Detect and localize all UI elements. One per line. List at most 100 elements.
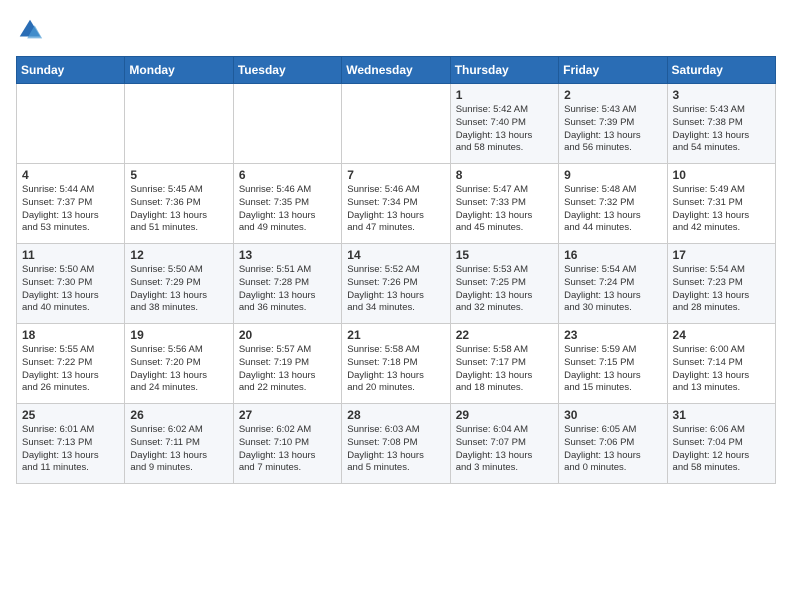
day-info: Sunrise: 6:06 AM Sunset: 7:04 PM Dayligh… [673, 424, 770, 475]
day-cell: 28 Sunrise: 6:03 AM Sunset: 7:08 PM Dayli… [342, 404, 450, 484]
day-info: Sunrise: 5:57 AM Sunset: 7:19 PM Dayligh… [239, 344, 336, 395]
week-row-0: 1Sunrise: 5:42 AM Sunset: 7:40 PM Daylig… [17, 84, 776, 164]
col-header-tuesday: Tuesday [233, 57, 341, 84]
calendar-table: SundayMondayTuesdayWednesdayThursdayFrid… [16, 56, 776, 484]
day-cell: 18Sunrise: 5:55 AM Sunset: 7:22 PM Dayli… [17, 324, 125, 404]
day-cell [125, 84, 233, 164]
day-cell: 31 Sunrise: 6:06 AM Sunset: 7:04 PM Dayli… [667, 404, 775, 484]
day-number: 16 [564, 248, 661, 262]
day-number: 24 [673, 328, 770, 342]
day-info: Sunrise: 6:03 AM Sunset: 7:08 PM Dayligh… [347, 424, 444, 475]
day-number: 7 [347, 168, 444, 182]
day-info: Sunrise: 6:04 AM Sunset: 7:07 PM Dayligh… [456, 424, 553, 475]
day-number: 23 [564, 328, 661, 342]
day-number: 28 [347, 408, 444, 422]
week-row-2: 11Sunrise: 5:50 AM Sunset: 7:30 PM Dayli… [17, 244, 776, 324]
day-number: 19 [130, 328, 227, 342]
day-cell: 16 Sunrise: 5:54 AM Sunset: 7:24 PM Dayli… [559, 244, 667, 324]
col-header-monday: Monday [125, 57, 233, 84]
header-row: SundayMondayTuesdayWednesdayThursdayFrid… [17, 57, 776, 84]
day-number: 2 [564, 88, 661, 102]
day-cell: 22Sunrise: 5:58 AM Sunset: 7:17 PM Dayli… [450, 324, 558, 404]
day-number: 11 [22, 248, 119, 262]
day-info: Sunrise: 5:43 AM Sunset: 7:38 PM Dayligh… [673, 104, 770, 155]
day-cell: 20Sunrise: 5:57 AM Sunset: 7:19 PM Dayli… [233, 324, 341, 404]
day-info: Sunrise: 5:52 AM Sunset: 7:26 PM Dayligh… [347, 264, 444, 315]
day-cell: 30 Sunrise: 6:05 AM Sunset: 7:06 PM Dayli… [559, 404, 667, 484]
day-info: Sunrise: 5:46 AM Sunset: 7:35 PM Dayligh… [239, 184, 336, 235]
day-number: 9 [564, 168, 661, 182]
day-info: Sunrise: 6:01 AM Sunset: 7:13 PM Dayligh… [22, 424, 119, 475]
day-cell: 10 Sunrise: 5:49 AM Sunset: 7:31 PM Dayli… [667, 164, 775, 244]
day-cell: 14 Sunrise: 5:52 AM Sunset: 7:26 PM Dayli… [342, 244, 450, 324]
day-number: 26 [130, 408, 227, 422]
day-info: Sunrise: 5:54 AM Sunset: 7:24 PM Dayligh… [564, 264, 661, 315]
day-info: Sunrise: 5:45 AM Sunset: 7:36 PM Dayligh… [130, 184, 227, 235]
day-number: 12 [130, 248, 227, 262]
day-cell: 11Sunrise: 5:50 AM Sunset: 7:30 PM Dayli… [17, 244, 125, 324]
day-cell: 9 Sunrise: 5:48 AM Sunset: 7:32 PM Daylig… [559, 164, 667, 244]
day-info: Sunrise: 5:51 AM Sunset: 7:28 PM Dayligh… [239, 264, 336, 315]
logo [16, 16, 48, 44]
day-info: Sunrise: 5:58 AM Sunset: 7:18 PM Dayligh… [347, 344, 444, 395]
day-info: Sunrise: 5:46 AM Sunset: 7:34 PM Dayligh… [347, 184, 444, 235]
day-number: 14 [347, 248, 444, 262]
day-number: 5 [130, 168, 227, 182]
day-number: 21 [347, 328, 444, 342]
day-cell: 12Sunrise: 5:50 AM Sunset: 7:29 PM Dayli… [125, 244, 233, 324]
day-cell: 17Sunrise: 5:54 AM Sunset: 7:23 PM Dayli… [667, 244, 775, 324]
day-cell [233, 84, 341, 164]
day-number: 31 [673, 408, 770, 422]
day-info: Sunrise: 6:02 AM Sunset: 7:11 PM Dayligh… [130, 424, 227, 475]
day-info: Sunrise: 5:56 AM Sunset: 7:20 PM Dayligh… [130, 344, 227, 395]
page-header [16, 16, 776, 44]
day-info: Sunrise: 5:47 AM Sunset: 7:33 PM Dayligh… [456, 184, 553, 235]
logo-icon [16, 16, 44, 44]
day-cell: 19 Sunrise: 5:56 AM Sunset: 7:20 PM Dayli… [125, 324, 233, 404]
day-cell: 15Sunrise: 5:53 AM Sunset: 7:25 PM Dayli… [450, 244, 558, 324]
day-number: 22 [456, 328, 553, 342]
day-cell: 27 Sunrise: 6:02 AM Sunset: 7:10 PM Dayli… [233, 404, 341, 484]
day-info: Sunrise: 5:59 AM Sunset: 7:15 PM Dayligh… [564, 344, 661, 395]
week-row-1: 4 Sunrise: 5:44 AM Sunset: 7:37 PM Daylig… [17, 164, 776, 244]
day-cell: 23 Sunrise: 5:59 AM Sunset: 7:15 PM Dayli… [559, 324, 667, 404]
day-number: 15 [456, 248, 553, 262]
day-cell: 4 Sunrise: 5:44 AM Sunset: 7:37 PM Daylig… [17, 164, 125, 244]
week-row-3: 18Sunrise: 5:55 AM Sunset: 7:22 PM Dayli… [17, 324, 776, 404]
day-number: 1 [456, 88, 553, 102]
day-number: 29 [456, 408, 553, 422]
day-cell: 1Sunrise: 5:42 AM Sunset: 7:40 PM Daylig… [450, 84, 558, 164]
day-number: 13 [239, 248, 336, 262]
day-number: 25 [22, 408, 119, 422]
col-header-wednesday: Wednesday [342, 57, 450, 84]
day-number: 6 [239, 168, 336, 182]
col-header-sunday: Sunday [17, 57, 125, 84]
day-info: Sunrise: 6:05 AM Sunset: 7:06 PM Dayligh… [564, 424, 661, 475]
day-info: Sunrise: 5:44 AM Sunset: 7:37 PM Dayligh… [22, 184, 119, 235]
day-number: 18 [22, 328, 119, 342]
day-cell: 8Sunrise: 5:47 AM Sunset: 7:33 PM Daylig… [450, 164, 558, 244]
day-cell: 3Sunrise: 5:43 AM Sunset: 7:38 PM Daylig… [667, 84, 775, 164]
day-cell [342, 84, 450, 164]
day-cell: 7 Sunrise: 5:46 AM Sunset: 7:34 PM Daylig… [342, 164, 450, 244]
day-info: Sunrise: 6:00 AM Sunset: 7:14 PM Dayligh… [673, 344, 770, 395]
day-cell: 24 Sunrise: 6:00 AM Sunset: 7:14 PM Dayli… [667, 324, 775, 404]
day-cell: 2 Sunrise: 5:43 AM Sunset: 7:39 PM Daylig… [559, 84, 667, 164]
day-cell: 13 Sunrise: 5:51 AM Sunset: 7:28 PM Dayli… [233, 244, 341, 324]
week-row-4: 25 Sunrise: 6:01 AM Sunset: 7:13 PM Dayli… [17, 404, 776, 484]
day-info: Sunrise: 5:49 AM Sunset: 7:31 PM Dayligh… [673, 184, 770, 235]
day-cell [17, 84, 125, 164]
day-info: Sunrise: 5:48 AM Sunset: 7:32 PM Dayligh… [564, 184, 661, 235]
col-header-thursday: Thursday [450, 57, 558, 84]
day-cell: 5 Sunrise: 5:45 AM Sunset: 7:36 PM Daylig… [125, 164, 233, 244]
day-cell: 26 Sunrise: 6:02 AM Sunset: 7:11 PM Dayli… [125, 404, 233, 484]
day-info: Sunrise: 5:43 AM Sunset: 7:39 PM Dayligh… [564, 104, 661, 155]
day-cell: 21 Sunrise: 5:58 AM Sunset: 7:18 PM Dayli… [342, 324, 450, 404]
day-number: 30 [564, 408, 661, 422]
day-number: 10 [673, 168, 770, 182]
col-header-friday: Friday [559, 57, 667, 84]
day-cell: 25 Sunrise: 6:01 AM Sunset: 7:13 PM Dayli… [17, 404, 125, 484]
day-info: Sunrise: 6:02 AM Sunset: 7:10 PM Dayligh… [239, 424, 336, 475]
day-number: 27 [239, 408, 336, 422]
day-number: 4 [22, 168, 119, 182]
